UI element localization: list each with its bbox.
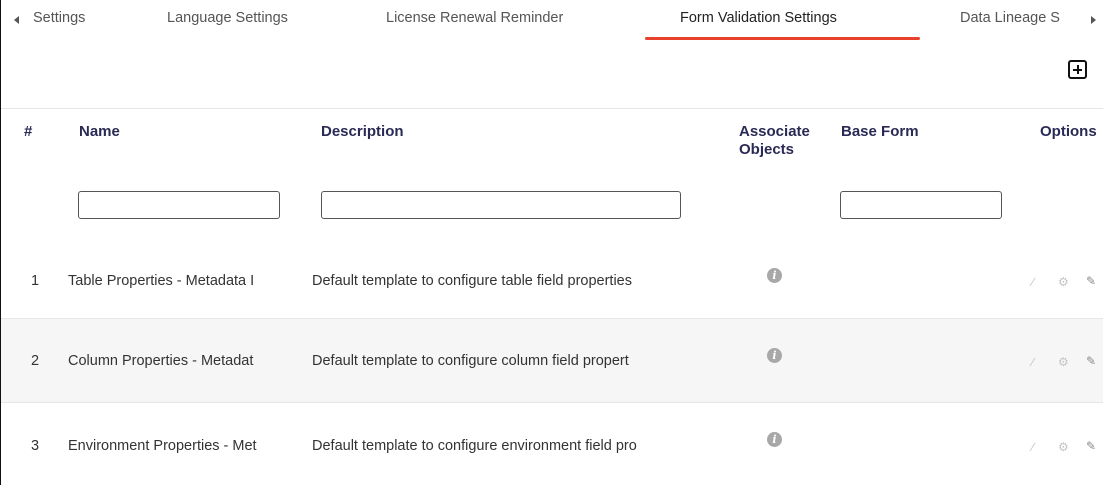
info-icon[interactable]: i [767,432,782,447]
edit-icon[interactable]: ✎ [1086,440,1096,452]
active-tab-indicator [645,37,920,40]
header-associate-line2: Objects [739,141,795,158]
header-name[interactable]: Name [79,123,120,141]
gear-icon[interactable]: ⚙ [1058,441,1069,453]
row-index: 3 [31,438,40,454]
row-index: 1 [31,273,40,289]
tab-bar: Settings Language Settings License Renew… [0,0,1104,42]
table-row: 1 Table Properties - Metadata I Default … [1,234,1103,319]
header-index: # [24,123,33,140]
tab-language-settings[interactable]: Language Settings [167,10,288,26]
description-filter-input[interactable] [321,191,681,219]
row-name[interactable]: Column Properties - Metadat [68,353,310,369]
scroll-left-icon[interactable] [14,16,19,24]
name-filter-input[interactable] [78,191,280,219]
row-description: Default template to configure environmen… [312,438,637,454]
gear-icon[interactable]: ⚙ [1058,276,1069,288]
header-associate-line1: Associate [739,123,810,140]
row-name[interactable]: Table Properties - Metadata I [68,273,310,289]
base-form-filter-input[interactable] [840,191,1002,219]
link-icon[interactable]: ∕ [1032,441,1034,453]
header-options: Options [1040,123,1097,140]
tab-form-validation-settings[interactable]: Form Validation Settings [680,10,837,26]
link-icon[interactable]: ∕ [1032,356,1034,368]
tab-settings[interactable]: Settings [33,10,85,26]
edit-icon[interactable]: ✎ [1086,275,1096,287]
table-row: 2 Column Properties - Metadat Default te… [1,319,1103,402]
tab-license-renewal-reminder[interactable]: License Renewal Reminder [386,10,563,26]
row-description: Default template to configure column fie… [312,353,629,369]
row-name[interactable]: Environment Properties - Met [68,438,310,454]
info-icon[interactable]: i [767,348,782,363]
row-index: 2 [31,353,40,369]
row-description: Default template to configure table fiel… [312,273,632,289]
table-row: 3 Environment Properties - Met Default t… [1,403,1103,485]
divider [1,108,1103,109]
header-base-form[interactable]: Base Form [841,123,919,141]
header-description[interactable]: Description [321,123,404,141]
edit-icon[interactable]: ✎ [1086,355,1096,367]
link-icon[interactable]: ∕ [1032,276,1034,288]
tab-data-lineage[interactable]: Data Lineage S [960,10,1060,26]
add-icon[interactable] [1068,60,1087,79]
scroll-right-icon[interactable] [1091,16,1096,24]
info-icon[interactable]: i [767,268,782,283]
header-associate-objects: Associate Objects [739,123,810,159]
gear-icon[interactable]: ⚙ [1058,356,1069,368]
